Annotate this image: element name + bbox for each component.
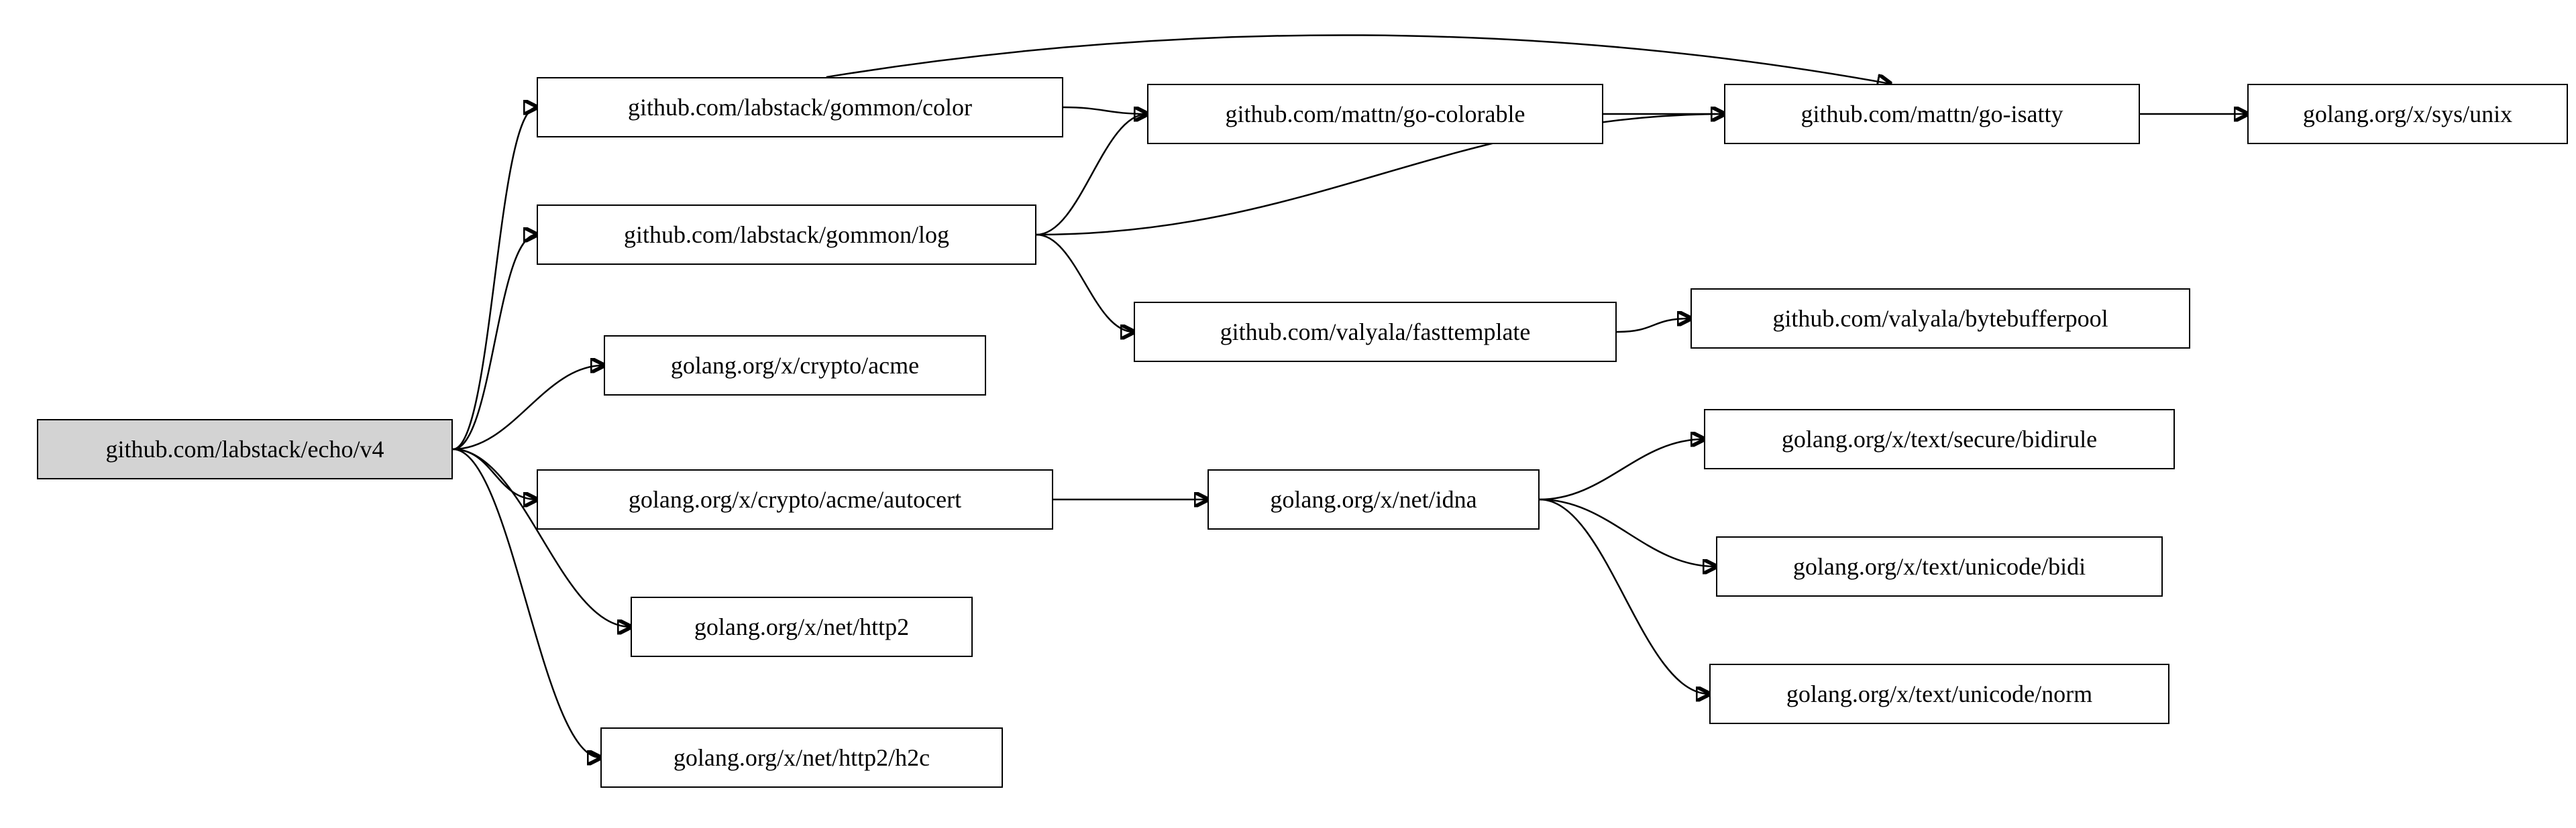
edge-color-to-colorable	[1063, 107, 1147, 114]
node-fasttpl: github.com/valyala/fasttemplate	[1134, 302, 1617, 362]
node-colorable: github.com/mattn/go-colorable	[1147, 84, 1603, 144]
node-http2: golang.org/x/net/http2	[631, 597, 973, 657]
node-label: golang.org/x/crypto/acme/autocert	[629, 487, 961, 512]
node-sysunix: golang.org/x/sys/unix	[2247, 84, 2568, 144]
node-root: github.com/labstack/echo/v4	[37, 419, 453, 479]
node-log: github.com/labstack/gommon/log	[537, 204, 1036, 265]
node-label: github.com/valyala/bytebufferpool	[1772, 306, 2108, 331]
node-norm: golang.org/x/text/unicode/norm	[1709, 664, 2169, 724]
node-autocert: golang.org/x/crypto/acme/autocert	[537, 469, 1053, 530]
node-label: github.com/labstack/echo/v4	[106, 437, 384, 461]
edge-root-to-log	[453, 235, 537, 449]
node-isatty: github.com/mattn/go-isatty	[1724, 84, 2140, 144]
node-label: golang.org/x/text/unicode/bidi	[1793, 554, 2086, 579]
edge-idna-to-bidirule	[1540, 439, 1704, 499]
node-label: golang.org/x/net/idna	[1270, 487, 1477, 512]
edge-idna-to-bidi	[1540, 499, 1716, 567]
node-label: github.com/mattn/go-isatty	[1801, 102, 2063, 126]
edge-root-to-color	[453, 107, 537, 449]
node-bbpool: github.com/valyala/bytebufferpool	[1690, 288, 2190, 349]
node-bidirule: golang.org/x/text/secure/bidirule	[1704, 409, 2175, 469]
edge-idna-to-norm	[1540, 499, 1709, 694]
node-label: github.com/labstack/gommon/color	[628, 95, 972, 119]
node-h2c: golang.org/x/net/http2/h2c	[600, 727, 1003, 788]
node-acme: golang.org/x/crypto/acme	[604, 335, 986, 396]
edge-log-to-fasttpl	[1036, 235, 1134, 332]
node-label: github.com/labstack/gommon/log	[624, 223, 949, 247]
edge-fasttpl-to-bbpool	[1617, 318, 1690, 332]
node-label: golang.org/x/text/secure/bidirule	[1782, 427, 2097, 451]
diagram-canvas: github.com/labstack/echo/v4 github.com/la…	[0, 0, 2576, 828]
node-label: golang.org/x/text/unicode/norm	[1786, 682, 2092, 706]
node-idna: golang.org/x/net/idna	[1208, 469, 1540, 530]
node-color: github.com/labstack/gommon/color	[537, 77, 1063, 137]
edge-root-to-acme	[453, 365, 604, 449]
node-bidi: golang.org/x/text/unicode/bidi	[1716, 536, 2163, 597]
node-label: github.com/mattn/go-colorable	[1226, 102, 1525, 126]
node-label: golang.org/x/net/http2	[694, 615, 909, 639]
node-label: golang.org/x/crypto/acme	[671, 353, 919, 377]
edge-root-to-autocert	[453, 449, 537, 499]
node-label: golang.org/x/net/http2/h2c	[674, 746, 930, 770]
node-label: github.com/valyala/fasttemplate	[1220, 320, 1531, 344]
node-label: golang.org/x/sys/unix	[2303, 102, 2512, 126]
